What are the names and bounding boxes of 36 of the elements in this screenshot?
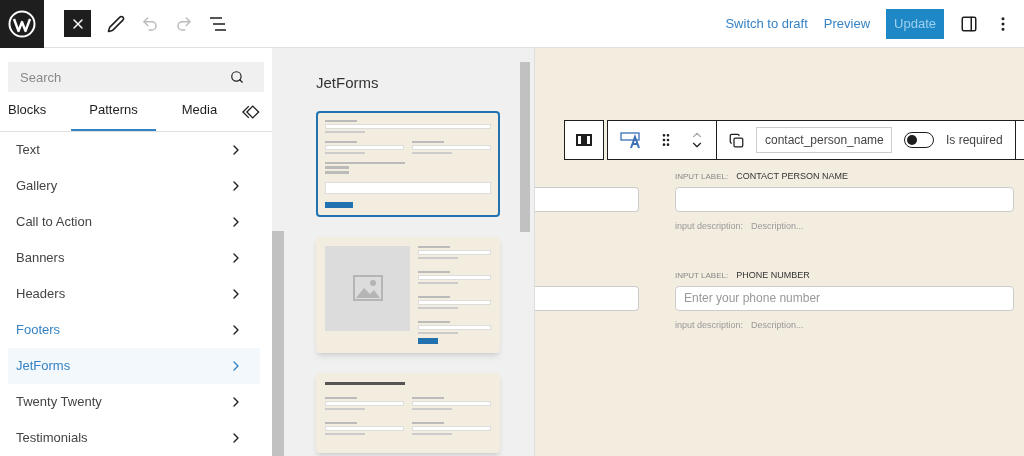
field-name-input[interactable]: contact_person_name [756, 127, 892, 153]
toggle-switch[interactable] [904, 132, 934, 148]
text-input[interactable]: Enter your phone number [675, 285, 1014, 311]
pen-icon[interactable] [107, 14, 125, 33]
list-view-icon[interactable] [209, 16, 227, 31]
scrollbar[interactable] [272, 231, 284, 456]
input-label-prefix: INPUT LABEL: [675, 171, 729, 183]
category-item[interactable]: JetForms [8, 348, 260, 384]
sidebar-tab[interactable]: Media [156, 91, 243, 131]
search-icon[interactable] [230, 70, 244, 84]
text-input[interactable] [535, 187, 639, 212]
input-description: Description... [751, 219, 804, 233]
columns-icon [576, 134, 592, 146]
input-label: PHONE NUMBER [736, 269, 810, 282]
close-button[interactable] [64, 10, 91, 37]
sidebar-toggle-icon[interactable] [960, 14, 978, 33]
image-placeholder-icon [352, 275, 383, 301]
toggle-label: Is required [946, 132, 1003, 149]
copy-icon[interactable] [729, 132, 744, 148]
input-description: Description... [751, 318, 804, 332]
toolbar-link[interactable]: Switch to draft [725, 13, 808, 34]
input-label-prefix: INPUT LABEL: [675, 270, 729, 282]
scrollbar[interactable] [520, 62, 530, 232]
text-field-icon[interactable] [620, 131, 642, 149]
description-prefix: input description: [675, 219, 744, 233]
text-input[interactable] [535, 286, 639, 311]
input-label: CONTACT PERSON NAME [736, 170, 848, 183]
sidebar-tab[interactable]: Blocks [0, 91, 71, 131]
patterns-title: JetForms [316, 73, 380, 93]
description-prefix: input description: [675, 318, 744, 332]
collapse-icon[interactable] [242, 105, 260, 119]
text-input[interactable] [675, 186, 1014, 212]
toolbar-link[interactable]: Preview [823, 13, 871, 34]
block-type-button[interactable] [564, 120, 604, 160]
wordpress-logo-icon[interactable] [0, 0, 44, 48]
search-field[interactable]: Search [8, 62, 264, 92]
